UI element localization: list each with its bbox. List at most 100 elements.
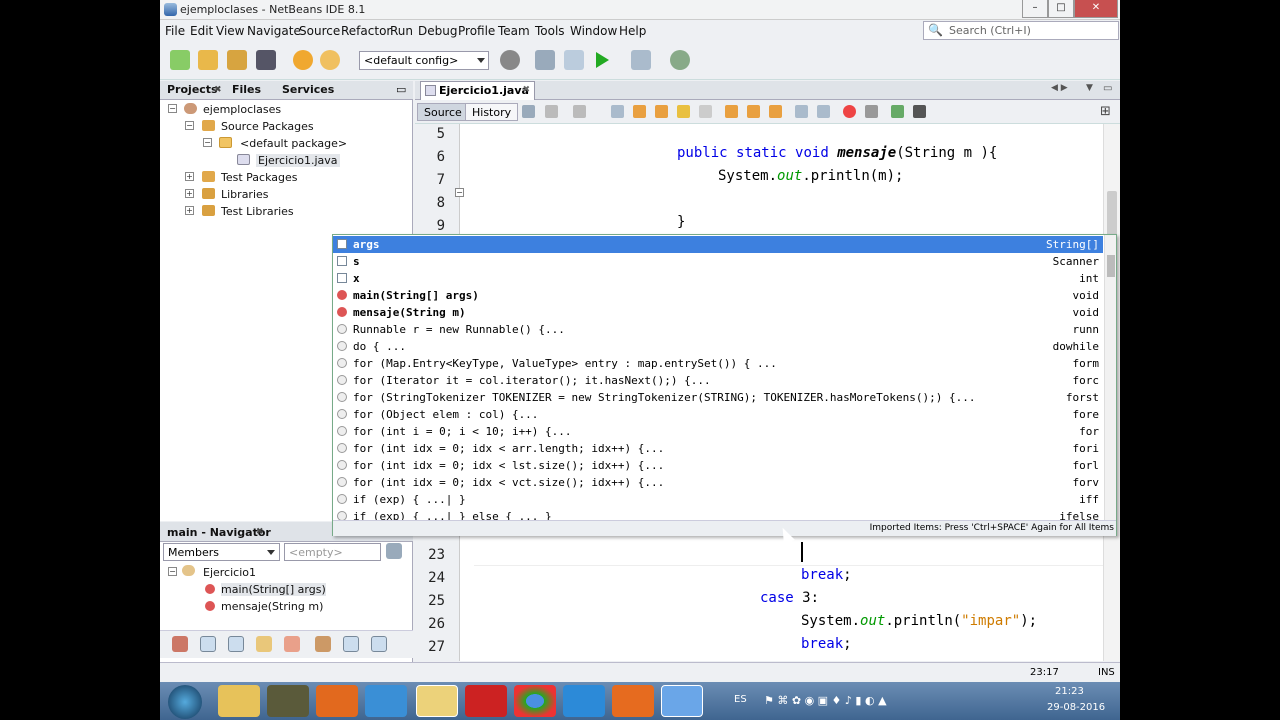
chrome-icon[interactable]	[514, 685, 556, 717]
completion-item[interactable]: if (exp) { ...| } iff	[333, 491, 1103, 508]
completion-item[interactable]: for (Iterator it = col.iterator(); it.ha…	[333, 372, 1103, 389]
next-bookmark-icon[interactable]	[747, 105, 760, 118]
tray-icons[interactable]: ⚑ ⌘ ✿ ◉ ▣ ♦ ♪ ▮ ◐ ▲	[764, 694, 887, 707]
globe-icon[interactable]	[500, 50, 520, 70]
profile-icon[interactable]	[670, 50, 690, 70]
completion-item[interactable]: for (Object elem : col) {... fore	[333, 406, 1103, 423]
menu-source[interactable]: Source	[299, 24, 340, 38]
code-line-9[interactable]: }	[677, 214, 685, 230]
find-prev-icon[interactable]	[633, 105, 646, 118]
completion-item[interactable]: do { ... dowhile	[333, 338, 1103, 355]
collapse-icon[interactable]: −	[185, 121, 194, 130]
close-icon[interactable]: ✖	[256, 527, 264, 537]
find-icon[interactable]	[611, 105, 624, 118]
static-icon[interactable]	[228, 636, 244, 652]
scrollbar-thumb[interactable]	[1107, 255, 1115, 277]
stop-macro-icon[interactable]	[865, 105, 878, 118]
history-button[interactable]: History	[465, 103, 519, 121]
completion-scrollbar[interactable]	[1104, 235, 1116, 520]
code-line-27[interactable]: break;	[801, 636, 852, 652]
close-icon[interactable]: ✖	[522, 85, 530, 95]
media-player-icon[interactable]	[316, 685, 358, 717]
close-button[interactable]: ✕	[1074, 0, 1118, 18]
open-project-icon[interactable]	[227, 50, 247, 70]
redo-icon[interactable]	[320, 50, 340, 70]
config-select[interactable]: <default config>	[359, 51, 489, 70]
record-macro-icon[interactable]	[843, 105, 856, 118]
clean-build-icon[interactable]	[564, 50, 584, 70]
uncomment-icon[interactable]	[913, 105, 926, 118]
build-icon[interactable]	[535, 50, 555, 70]
sort-icon[interactable]	[343, 636, 359, 652]
shift-right-icon[interactable]	[817, 105, 830, 118]
menu-profile[interactable]: Profile	[458, 24, 495, 38]
filter-icon[interactable]	[386, 543, 402, 559]
menu-run[interactable]: Run	[390, 24, 413, 38]
back-icon[interactable]	[545, 105, 558, 118]
undo-icon[interactable]	[293, 50, 313, 70]
explorer-folder-icon[interactable]	[218, 685, 260, 717]
completion-item[interactable]: main(String[] args) void	[333, 287, 1103, 304]
file-explorer-icon[interactable]	[416, 685, 458, 717]
completion-item[interactable]: for (StringTokenizer TOKENIZER = new Str…	[333, 389, 1103, 406]
expand-icon[interactable]: +	[185, 189, 194, 198]
selection-icon[interactable]	[699, 105, 712, 118]
fold-icon[interactable]: −	[455, 188, 464, 197]
fields-icon[interactable]	[200, 636, 216, 652]
menu-edit[interactable]: Edit	[190, 24, 213, 38]
completion-item[interactable]: for (Map.Entry<KeyType, ValueType> entry…	[333, 355, 1103, 372]
minimize-panel-icon[interactable]: ▭	[396, 83, 406, 96]
run-icon[interactable]	[596, 52, 609, 68]
tree-project[interactable]: ejemploclases	[203, 103, 281, 116]
sort-alpha-icon[interactable]	[371, 636, 387, 652]
new-project-icon[interactable]	[198, 50, 218, 70]
last-edit-icon[interactable]	[522, 105, 535, 118]
start-button-icon[interactable]	[168, 685, 202, 719]
members-filter-select[interactable]: Members	[163, 543, 280, 561]
tab-ejercicio1[interactable]: Ejercicio1.java ✖	[420, 81, 535, 100]
completion-item[interactable]: mensaje(String m) void	[333, 304, 1103, 321]
collapse-icon[interactable]: −	[168, 567, 177, 576]
collapse-icon[interactable]: −	[203, 138, 212, 147]
source-button[interactable]: Source	[417, 103, 469, 121]
inherited-icon[interactable]	[172, 636, 188, 652]
nav-class-ejercicio1[interactable]: Ejercicio1	[203, 566, 256, 579]
completion-item[interactable]: for (int idx = 0; idx < arr.length; idx+…	[333, 440, 1103, 457]
firefox-icon[interactable]	[612, 685, 654, 717]
expand-icon[interactable]: +	[185, 206, 194, 215]
tab-services[interactable]: Services	[282, 83, 334, 96]
nonpublic-icon[interactable]	[256, 636, 272, 652]
maximize-button[interactable]: □	[1048, 0, 1074, 18]
tree-test-packages[interactable]: Test Packages	[221, 171, 297, 184]
tree-test-libraries[interactable]: Test Libraries	[221, 205, 294, 218]
maximize-icon[interactable]: ▭	[1103, 83, 1112, 94]
completion-item[interactable]: x int	[333, 270, 1103, 287]
new-file-icon[interactable]	[170, 50, 190, 70]
tree-libraries[interactable]: Libraries	[221, 188, 269, 201]
menu-window[interactable]: Window	[570, 24, 617, 38]
menu-help[interactable]: Help	[619, 24, 646, 38]
menu-refactor[interactable]: Refactor	[341, 24, 391, 38]
toggle-highlight-icon[interactable]	[677, 105, 690, 118]
tab-files[interactable]: Files	[232, 83, 261, 96]
nav-method-mensaje[interactable]: mensaje(String m)	[221, 600, 323, 613]
collapse-icon[interactable]: −	[168, 104, 177, 113]
menu-file[interactable]: File	[165, 24, 185, 38]
menu-view[interactable]: View	[216, 24, 244, 38]
scroll-tabs-icon[interactable]: ◀ ▶	[1051, 83, 1068, 93]
prev-bookmark-icon[interactable]	[725, 105, 738, 118]
inner-classes-icon[interactable]	[284, 636, 300, 652]
code-line-26[interactable]: System.out.println("impar");	[801, 613, 1037, 629]
forward-icon[interactable]	[573, 105, 586, 118]
nav-method-main[interactable]: main(String[] args)	[221, 583, 326, 596]
save-all-icon[interactable]	[256, 50, 276, 70]
debug-icon[interactable]	[631, 50, 651, 70]
minimize-button[interactable]: –	[1022, 0, 1048, 18]
clock-time[interactable]: 21:23	[1055, 686, 1084, 697]
split-icon[interactable]: ⊞	[1100, 104, 1111, 119]
code-line-24[interactable]: break;	[801, 567, 852, 583]
tree-source-packages[interactable]: Source Packages	[221, 120, 314, 133]
language-indicator[interactable]: ES	[734, 694, 747, 705]
source-icon[interactable]	[315, 636, 331, 652]
tree-file-ejercicio1[interactable]: Ejercicio1.java	[256, 154, 340, 167]
